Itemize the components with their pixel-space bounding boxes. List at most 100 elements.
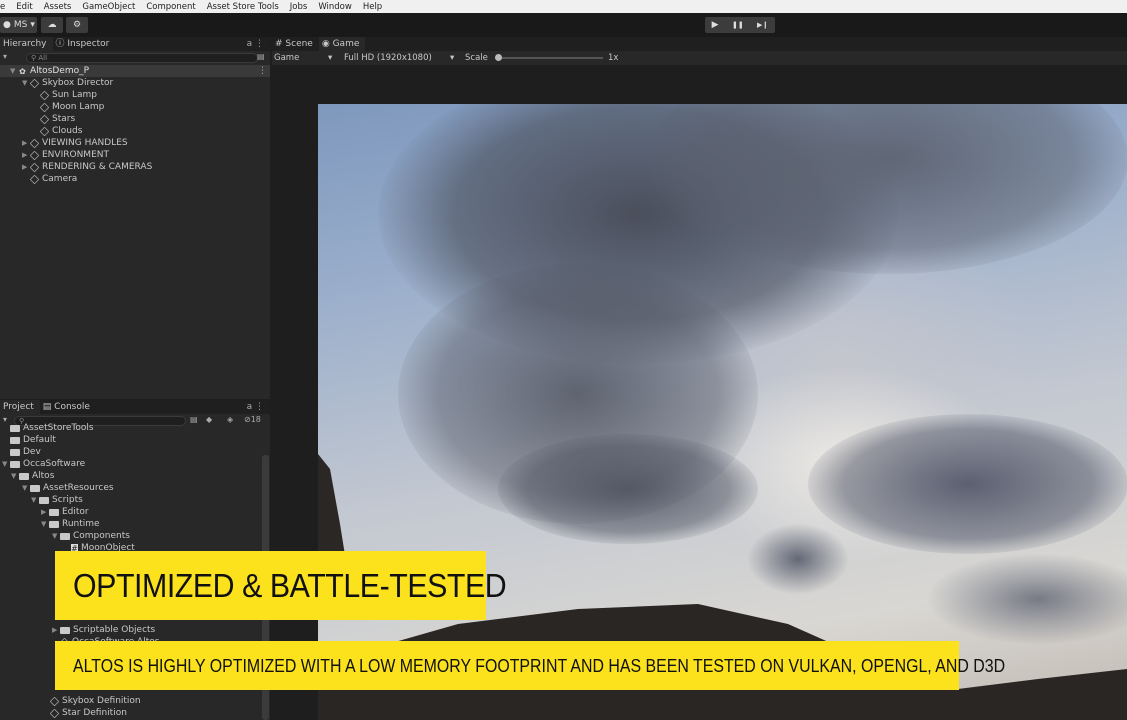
folder-icon [10, 424, 20, 432]
hierarchy-item-label: VIEWING HANDLES [42, 138, 128, 148]
chevron-down-icon: ▾ [30, 20, 35, 30]
scale-slider-knob[interactable] [495, 54, 502, 61]
gameobject-icon [29, 150, 40, 160]
create-dropdown-icon[interactable]: ▾ [3, 415, 7, 424]
project-item[interactable]: ▼ Components [52, 530, 130, 542]
step-icon[interactable]: ▶❙ [757, 21, 768, 29]
project-item-label: Dev [23, 447, 41, 457]
hierarchy-item-label: Clouds [52, 126, 83, 136]
hierarchy-item[interactable]: Sun Lamp [39, 89, 97, 101]
console-icon: ▤ [42, 402, 55, 412]
project-item-label: Star Definition [62, 708, 127, 718]
create-dropdown-icon[interactable]: ▾ [3, 52, 7, 61]
tab-inspector-label: Inspector [67, 39, 110, 49]
folder-icon [49, 508, 59, 516]
chevron-down-icon: ▾ [450, 53, 455, 63]
hierarchy-item-label: Stars [52, 114, 76, 124]
account-icon: ● [3, 20, 11, 30]
tab-hierarchy[interactable]: Hierarchy [0, 37, 53, 51]
project-item[interactable]: ▶ Scriptable Objects [52, 624, 155, 636]
project-item-label: Altos [32, 471, 55, 481]
hierarchy-item[interactable]: Moon Lamp [39, 101, 104, 113]
folder-open-icon [10, 460, 20, 468]
tab-game-label: Game [332, 39, 360, 49]
hierarchy-item[interactable]: ▼ Skybox Director [22, 77, 113, 89]
expand-arrow-icon: ▼ [10, 67, 16, 75]
project-item-label: Skybox Definition [62, 696, 141, 706]
expand-arrow-icon: ▼ [52, 532, 58, 540]
gear-icon: ⚙ [72, 20, 82, 30]
project-item[interactable]: ▼ Altos [11, 470, 54, 482]
scale-slider[interactable] [495, 54, 603, 61]
hierarchy-item[interactable]: Clouds [39, 125, 83, 137]
resolution-dropdown[interactable]: Full HD (1920x1080) [344, 51, 432, 65]
filter-label-icon[interactable]: ◆ [206, 415, 212, 424]
menu-jobs[interactable]: Jobs [290, 2, 308, 12]
cloud-button[interactable]: ☁ [41, 17, 63, 33]
collab-button[interactable]: ⚙ [66, 17, 88, 33]
gameobject-icon [39, 102, 50, 112]
menu-window[interactable]: Window [318, 2, 352, 12]
project-item[interactable]: ▼ Runtime [41, 518, 100, 530]
display-dropdown[interactable]: Game [274, 51, 299, 65]
project-item[interactable]: Star Definition [49, 707, 127, 719]
filter-icon[interactable]: ▤ [257, 52, 265, 61]
project-item[interactable]: ▼ OccaSoftware [2, 458, 85, 470]
hierarchy-item[interactable]: ▶ VIEWING HANDLES [22, 137, 128, 149]
project-item[interactable]: AssetStoreTools [10, 422, 94, 434]
project-item[interactable]: Skybox Definition [49, 695, 141, 707]
hidden-count[interactable]: ⊘18 [244, 415, 261, 424]
chevron-down-icon: ▾ [328, 53, 333, 63]
account-label: MS [13, 20, 28, 30]
hierarchy-item-label: RENDERING & CAMERAS [42, 162, 153, 172]
tab-project[interactable]: Project [0, 400, 40, 414]
project-item[interactable]: Dev [10, 446, 41, 458]
project-item[interactable]: ▶ Editor [41, 506, 89, 518]
project-item[interactable]: Default [10, 434, 56, 446]
menu-asset-store-tools[interactable]: Asset Store Tools [207, 2, 279, 12]
filter-type-icon[interactable]: ▤ [190, 415, 198, 424]
menu-help[interactable]: Help [363, 2, 382, 12]
folder-icon [60, 626, 70, 634]
panel-lock-menu[interactable]: a ⋮ [247, 400, 264, 414]
hierarchy-search-row: ▾ ⚲ All ▤ [0, 51, 270, 65]
tab-console[interactable]: ▤ Console [40, 400, 96, 414]
expand-arrow-icon: ▼ [22, 484, 28, 492]
hierarchy-item-label: Sun Lamp [52, 90, 97, 100]
menu-gameobject[interactable]: GameObject [82, 2, 135, 12]
gameobject-icon [39, 90, 50, 100]
folder-open-icon [49, 520, 59, 528]
grid-icon: # [275, 39, 286, 49]
account-dropdown[interactable]: ● MS ▾ [0, 17, 37, 33]
hierarchy-item[interactable]: Stars [39, 113, 76, 125]
tab-scene[interactable]: # Scene [272, 37, 319, 51]
menu-component[interactable]: Component [146, 2, 195, 12]
project-item-label: Default [23, 435, 56, 445]
gameobject-icon [29, 162, 40, 172]
project-item-label: Editor [62, 507, 89, 517]
panel-lock-menu[interactable]: a ⋮ [247, 37, 264, 51]
hierarchy-root[interactable]: ▼ ✿ AltosDemo_P [10, 65, 89, 77]
pause-icon[interactable]: ❚❚ [732, 21, 744, 29]
project-item[interactable]: ▼ AssetResources [22, 482, 114, 494]
project-item[interactable]: ▼ Scripts [31, 494, 83, 506]
tab-game[interactable]: ◉ Game [318, 37, 366, 51]
hierarchy-item[interactable]: ▶ ENVIRONMENT [22, 149, 109, 161]
hierarchy-item[interactable]: Camera [29, 173, 77, 185]
menu-assets[interactable]: Assets [44, 2, 72, 12]
hierarchy-item[interactable]: ▶ RENDERING & CAMERAS [22, 161, 152, 173]
scale-value: 1x [608, 53, 619, 63]
menu-edit[interactable]: Edit [16, 2, 32, 12]
hierarchy-tabbar: Hierarchy ⓘ Inspector a ⋮ [0, 37, 270, 51]
play-icon[interactable]: ▶ [712, 20, 719, 30]
favorite-icon[interactable]: ◈ [227, 415, 233, 424]
root-menu-icon[interactable]: ⋮ [258, 65, 267, 77]
asset-icon [49, 708, 60, 718]
folder-icon [10, 436, 20, 444]
hierarchy-search-input[interactable]: ⚲ All [26, 53, 258, 63]
tab-inspector[interactable]: ⓘ Inspector [53, 37, 116, 51]
gameobject-icon [29, 174, 40, 184]
menu-file[interactable]: e [0, 2, 5, 12]
gamepad-icon: ◉ [321, 39, 333, 49]
expand-arrow-icon: ▼ [11, 472, 17, 480]
